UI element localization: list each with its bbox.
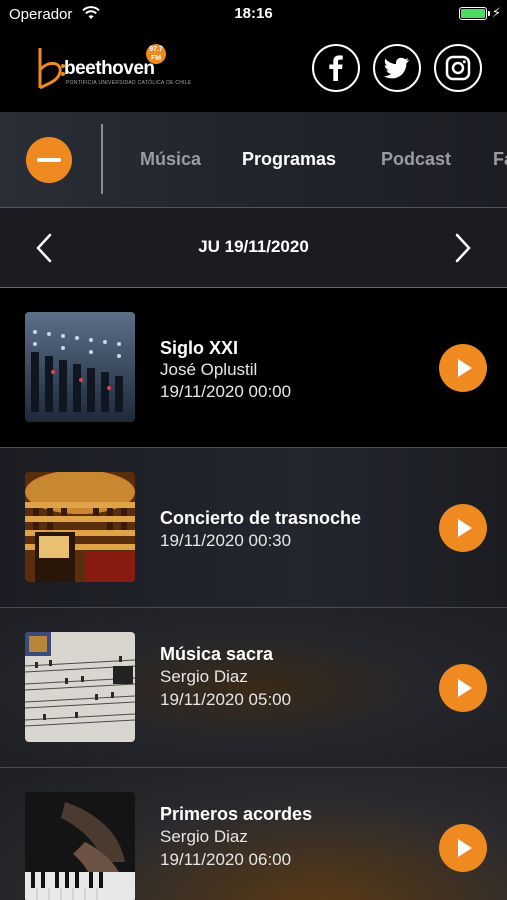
logo-clef-icon [38, 48, 65, 90]
charging-icon: ⚡ [491, 5, 501, 20]
program-title: Concierto de trasnoche [160, 508, 362, 528]
tab-musica[interactable]: Música [140, 149, 201, 170]
collapse-menu-button[interactable] [26, 137, 72, 183]
twitter-button[interactable] [373, 44, 421, 92]
sheet-music-image [25, 632, 135, 742]
beethoven-logo[interactable]: beethoven PONTIFICIA UNIVERSIDAD CATÓLIC… [34, 42, 191, 98]
clock: 18:16 [234, 5, 273, 22]
opera-house-image [25, 472, 135, 582]
status-bar: Operador 18:16 ⚡ [0, 0, 507, 28]
program-list: Siglo XXI José Oplustil 19/11/2020 00:00 [0, 288, 507, 900]
program-host: Sergio Diaz [160, 827, 248, 846]
piano-hands-image [25, 792, 135, 900]
tab-podcast[interactable]: Podcast [381, 149, 451, 170]
facebook-button[interactable] [312, 44, 360, 92]
tab-programas[interactable]: Programas [242, 149, 336, 170]
program-datetime: 19/11/2020 05:00 [160, 690, 292, 709]
tab-divider [101, 124, 103, 194]
program-thumbnail [25, 312, 135, 422]
mixing-console-image [25, 312, 135, 422]
logo-wordmark: beethoven [64, 58, 155, 79]
instagram-icon [445, 55, 471, 81]
section-tabs: Música Programas Podcast Fa [0, 112, 507, 208]
instagram-button[interactable] [434, 44, 482, 92]
twitter-icon [384, 57, 409, 79]
battery-icon [459, 7, 490, 20]
program-datetime: 19/11/2020 06:00 [160, 850, 292, 869]
program-title: Música sacra [160, 644, 274, 664]
play-button[interactable] [439, 504, 487, 552]
program-thumbnail [25, 792, 135, 900]
program-host: José Oplustil [160, 360, 258, 379]
current-date: JU 19/11/2020 [198, 237, 309, 256]
list-item[interactable]: Concierto de trasnoche 19/11/2020 00:30 [0, 448, 507, 608]
play-button[interactable] [439, 344, 487, 392]
program-title: Primeros acordes [160, 804, 313, 824]
program-datetime: 19/11/2020 00:30 [160, 531, 292, 550]
list-item[interactable]: Siglo XXI José Oplustil 19/11/2020 00:00 [0, 288, 507, 448]
play-button[interactable] [439, 664, 487, 712]
program-title: Siglo XXI [160, 338, 239, 358]
program-host: Sergio Diaz [160, 667, 248, 686]
logo-tagline: PONTIFICIA UNIVERSIDAD CATÓLICA DE CHILE [66, 80, 192, 86]
app-header: beethoven PONTIFICIA UNIVERSIDAD CATÓLIC… [0, 28, 507, 112]
program-datetime: 19/11/2020 00:00 [160, 382, 292, 401]
program-thumbnail [25, 632, 135, 742]
play-button[interactable] [439, 824, 487, 872]
chevron-right-icon[interactable] [452, 232, 474, 264]
list-item[interactable]: Música sacra Sergio Diaz 19/11/2020 05:0… [0, 608, 507, 768]
list-item[interactable]: Primeros acordes Sergio Diaz 19/11/2020 … [0, 768, 507, 900]
tab-fa[interactable]: Fa [493, 149, 507, 170]
logo-frequency-badge: 97.7 FM [146, 44, 166, 64]
program-thumbnail [25, 472, 135, 582]
facebook-icon [329, 55, 343, 81]
date-navigator: JU 19/11/2020 [0, 208, 507, 288]
